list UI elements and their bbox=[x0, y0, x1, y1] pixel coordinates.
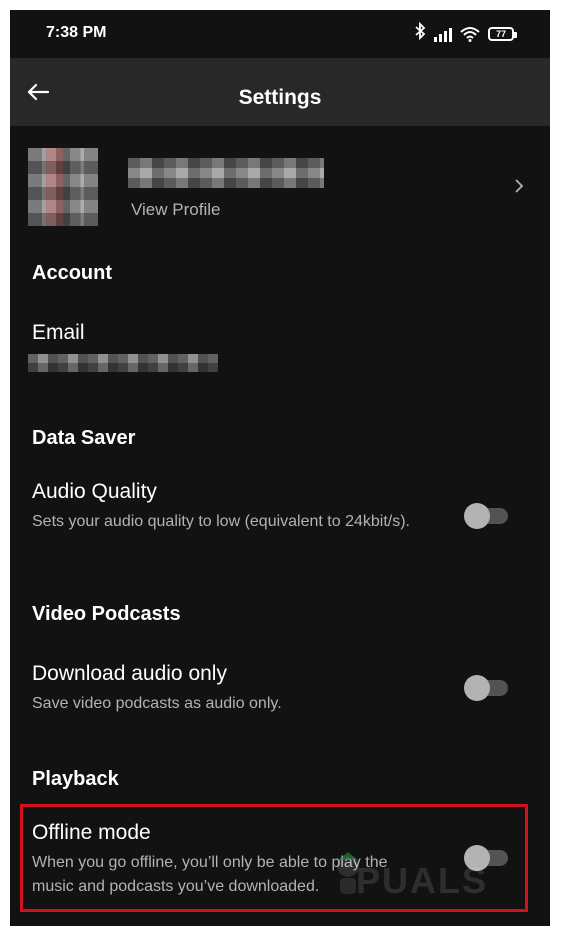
avatar bbox=[28, 148, 98, 226]
section-account: Account bbox=[32, 262, 112, 284]
wifi-icon bbox=[460, 26, 480, 42]
watermark-text: PUALS bbox=[356, 860, 489, 901]
section-playback: Playback bbox=[32, 768, 119, 790]
signal-icon bbox=[434, 26, 452, 42]
toggle-knob bbox=[464, 503, 490, 529]
page-title: Settings bbox=[238, 86, 322, 109]
download-audio-only-description: Save video podcasts as audio only. bbox=[32, 695, 282, 712]
settings-header: Settings bbox=[10, 58, 550, 126]
battery-icon: 77 bbox=[488, 27, 517, 41]
status-icons: 77 bbox=[414, 21, 517, 46]
status-time: 7:38 PM bbox=[46, 24, 107, 41]
chevron-right-icon bbox=[514, 179, 524, 193]
audio-quality-toggle[interactable] bbox=[464, 503, 508, 529]
audio-quality-label: Audio Quality bbox=[32, 480, 157, 503]
download-audio-only-toggle[interactable] bbox=[464, 675, 508, 701]
profile-name-redacted bbox=[128, 158, 324, 188]
view-profile-link[interactable]: View Profile bbox=[131, 200, 220, 220]
email-label: Email bbox=[32, 321, 85, 344]
email-value-redacted bbox=[28, 354, 218, 372]
bluetooth-icon bbox=[414, 21, 426, 46]
profile-row[interactable]: View Profile bbox=[10, 136, 550, 236]
phone-screen: 7:38 PM 77 Settings View Profile Account… bbox=[10, 10, 550, 926]
download-audio-only-label: Download audio only bbox=[32, 662, 227, 685]
section-video-podcasts: Video Podcasts bbox=[32, 603, 181, 625]
audio-quality-description: Sets your audio quality to low (equivale… bbox=[32, 513, 410, 530]
status-bar: 7:38 PM 77 bbox=[10, 10, 550, 58]
section-data-saver: Data Saver bbox=[32, 427, 136, 449]
toggle-knob bbox=[464, 675, 490, 701]
